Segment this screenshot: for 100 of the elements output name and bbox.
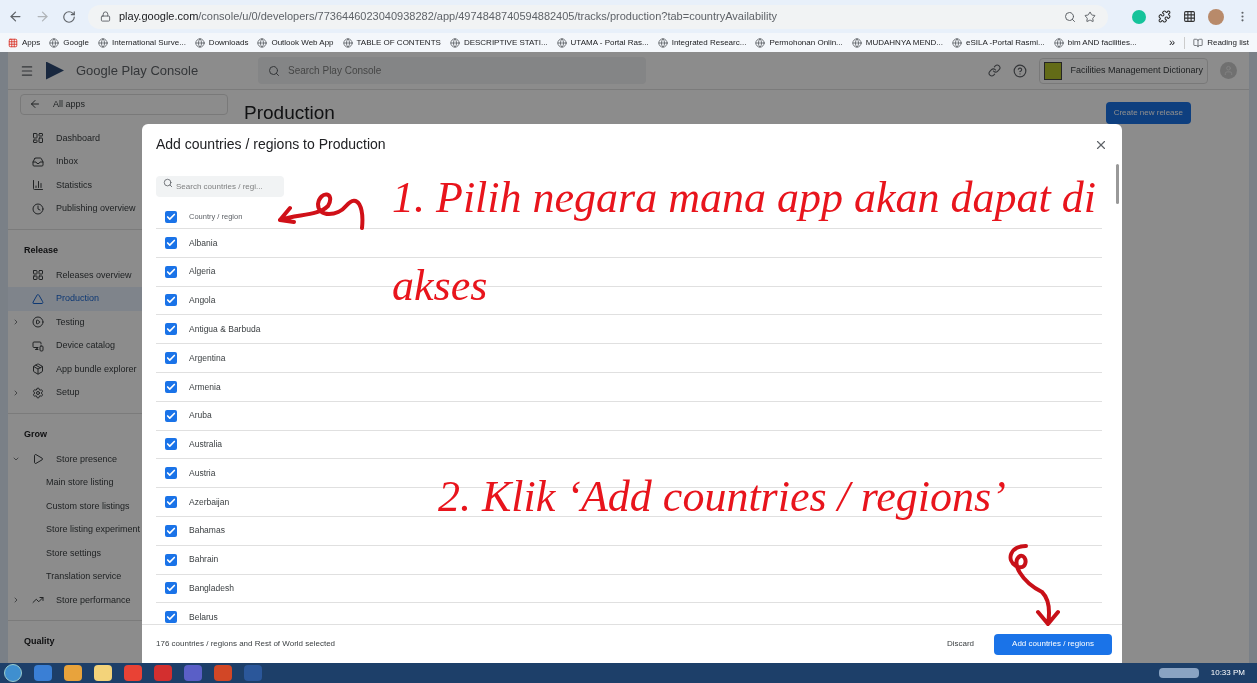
expand-caret-icon[interactable] <box>12 318 20 327</box>
checkbox[interactable] <box>165 438 177 451</box>
country-name: Bahamas <box>189 524 225 538</box>
bookmark-link[interactable]: eSILA -Portal Rasmi... <box>966 36 1045 49</box>
checkbox[interactable] <box>165 210 177 223</box>
country-name: Angola <box>189 294 216 307</box>
bookmark-link[interactable]: Integrated Researc... <box>671 36 747 49</box>
bookmark-icon <box>342 37 353 48</box>
app-icon <box>1044 61 1063 80</box>
checkbox[interactable] <box>165 352 177 365</box>
discard-button[interactable]: Discard <box>942 633 978 655</box>
add-countries-button[interactable]: Add countries / regions <box>994 633 1112 655</box>
country-name: Australia <box>189 438 223 451</box>
expand-caret-icon[interactable] <box>12 596 20 605</box>
country-name: Bahrain <box>189 553 219 567</box>
back-arrow-icon <box>29 98 41 111</box>
country-name: Antigua & Barbuda <box>189 322 261 336</box>
expand-caret-icon[interactable] <box>12 388 20 397</box>
bookmark-link[interactable]: Permohonan Onlin... <box>769 36 843 49</box>
bookmark-link[interactable]: bim AND facilities... <box>1067 36 1137 49</box>
bookmark-link[interactable]: Apps <box>22 36 41 49</box>
bookmark-icon <box>49 37 60 48</box>
reading-list-icon <box>1193 37 1204 48</box>
checkbox[interactable] <box>165 236 177 249</box>
bookmark-link[interactable]: Google <box>63 36 90 49</box>
checkbox[interactable] <box>165 409 177 422</box>
country-name: Aruba <box>189 409 212 423</box>
checkbox[interactable] <box>165 611 177 624</box>
all-apps-button[interactable]: All apps <box>20 94 228 115</box>
checkbox[interactable] <box>165 323 177 336</box>
star-icon[interactable] <box>1084 10 1096 23</box>
help-icon[interactable] <box>1013 63 1028 78</box>
bookmark-icon <box>851 37 862 48</box>
bookmark-link[interactable]: TABLE OF CONTENTS <box>356 36 441 49</box>
country-name: Bangladesh <box>189 582 234 595</box>
page-title: Production <box>244 101 335 125</box>
back-icon[interactable] <box>8 9 23 24</box>
checkbox[interactable] <box>165 524 177 537</box>
taskbar-app-icon[interactable] <box>64 665 82 681</box>
bookmark-icon <box>449 37 460 48</box>
bookmark-link[interactable]: MUDAHNYA MEND... <box>865 36 943 49</box>
bookmark-icon <box>257 37 268 48</box>
nav-section-heading: Release <box>24 243 59 257</box>
search-field[interactable]: Search Play Console <box>258 57 646 84</box>
avatar-icon <box>1208 8 1224 25</box>
country-search-field[interactable]: Search countries / regi... <box>156 176 284 197</box>
menu-icon[interactable] <box>20 63 34 78</box>
country-name: Austria <box>189 466 216 480</box>
package-icon <box>32 363 44 376</box>
checkbox[interactable] <box>165 582 177 595</box>
brand-name: Google Play Console <box>76 61 200 80</box>
bookmark-link[interactable]: DESCRIPTIVE STATI... <box>463 36 548 49</box>
checkbox[interactable] <box>165 380 177 393</box>
address-bar[interactable]: play.google.com/console/u/0/developers/7736446023040938282/app/4974848740594882405/tracks/production?tab=countryAvailability <box>88 4 1108 29</box>
triangle-icon <box>32 292 44 305</box>
search-icon <box>163 178 173 188</box>
bookmark-link[interactable]: Downloads <box>208 36 249 49</box>
taskbar-app-icon[interactable] <box>94 665 112 681</box>
dashboard-icon <box>32 132 44 145</box>
bookmark-link[interactable]: UTAMA - Portal Ras... <box>570 36 649 49</box>
bookmark-link[interactable]: International Surve... <box>112 36 186 49</box>
search-icon[interactable] <box>1064 10 1076 23</box>
country-name: Argentina <box>189 351 226 365</box>
checkbox[interactable] <box>165 553 177 566</box>
country-name: Armenia <box>189 380 221 394</box>
bookmark-icon <box>194 37 205 48</box>
link-icon[interactable] <box>988 64 1002 77</box>
reload-icon[interactable] <box>62 9 76 24</box>
bar-chart-icon <box>32 179 44 192</box>
clock-icon <box>32 202 44 215</box>
nav-section-heading: Quality <box>24 635 55 649</box>
bookmark-icon <box>556 37 567 48</box>
puzzle-icon[interactable] <box>1158 10 1171 23</box>
scrollbar-thumb[interactable] <box>1116 164 1119 204</box>
settings-icon <box>32 386 44 399</box>
create-release-button[interactable]: Create new release <box>1105 102 1191 124</box>
start-button[interactable] <box>4 664 22 682</box>
taskbar-app-icon[interactable] <box>34 665 52 681</box>
checkbox[interactable] <box>165 265 177 278</box>
taskbar-app-icon[interactable] <box>214 665 232 681</box>
play-circle-icon <box>32 316 44 329</box>
checkbox[interactable] <box>165 467 177 480</box>
inbox-icon <box>32 155 44 168</box>
bookmark-link[interactable]: Outlook Web App <box>271 36 334 49</box>
clock-text: 10:33 PM <box>1210 667 1246 679</box>
play-icon <box>32 453 44 466</box>
country-name: Belarus <box>189 610 218 624</box>
taskbar-app-icon[interactable] <box>124 665 142 681</box>
bookmarks-overflow[interactable]: » <box>1169 34 1176 51</box>
checkbox[interactable] <box>165 294 177 307</box>
taskbar-app-icon[interactable] <box>154 665 172 681</box>
devices-icon <box>32 339 44 352</box>
app-selector[interactable]: Facilities Management Dictionary <box>1039 57 1208 84</box>
bookmark-icon <box>1053 37 1064 48</box>
bookmark-icon <box>755 37 766 48</box>
bookmark-icon <box>98 37 109 48</box>
checkbox[interactable] <box>165 496 177 509</box>
url-text: play.google.com/console/u/0/developers/7736446023040938282/app/4974848740594882405/tracks/production?tab=countryAvailability <box>119 9 778 25</box>
search-icon <box>268 65 280 77</box>
reading-list-link[interactable]: Reading list <box>1207 36 1249 49</box>
